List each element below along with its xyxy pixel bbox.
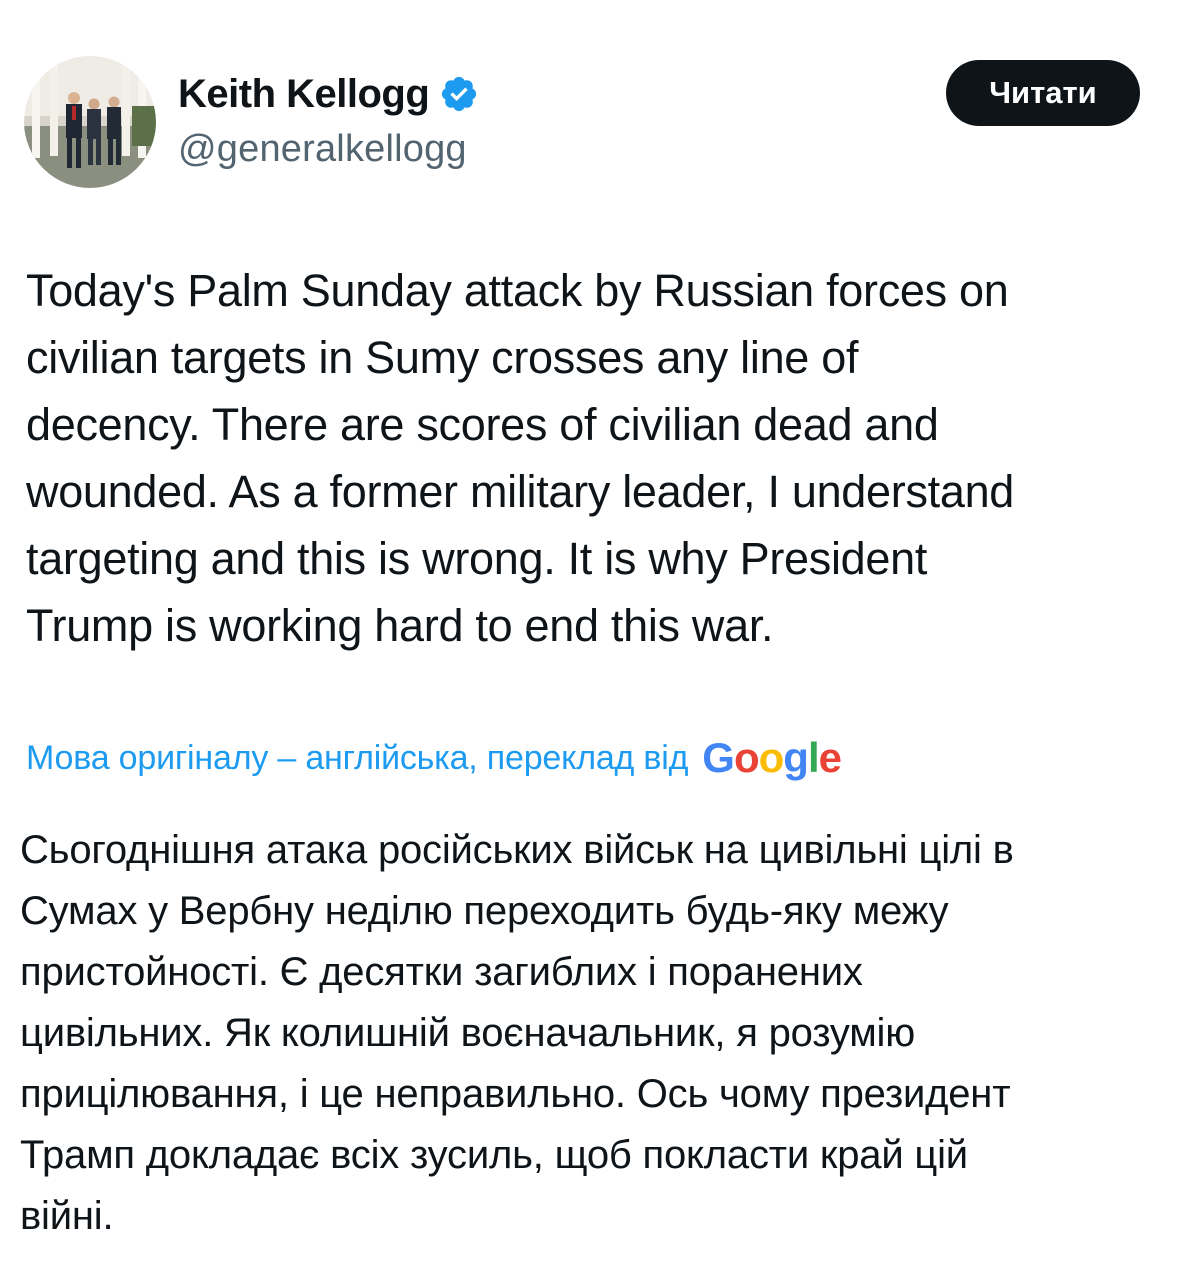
tweet-text: Today's Palm Sunday attack by Russian fo… [26,265,1015,651]
user-handle[interactable]: @generalkellogg [178,128,479,171]
avatar-photo [24,56,156,188]
translated-tweet-text: Сьогоднішня атака російських військ на ц… [20,828,1014,1238]
translation-note-text[interactable]: Мова оригіналу – англійська, переклад ві… [26,739,688,778]
display-name[interactable]: Keith Kellogg [178,72,430,117]
tweet-header: Keith Kellogg @generalkellogg Читати [24,56,1140,188]
avatar[interactable] [24,56,156,188]
name-row: Keith Kellogg [178,68,479,120]
google-logo: Google [702,734,842,781]
translation-note[interactable]: Мова оригіналу – англійська, переклад ві… [26,728,842,788]
verified-badge-icon [439,74,479,114]
follow-button[interactable]: Читати [946,60,1140,126]
author-identity[interactable]: Keith Kellogg @generalkellogg [178,68,479,171]
